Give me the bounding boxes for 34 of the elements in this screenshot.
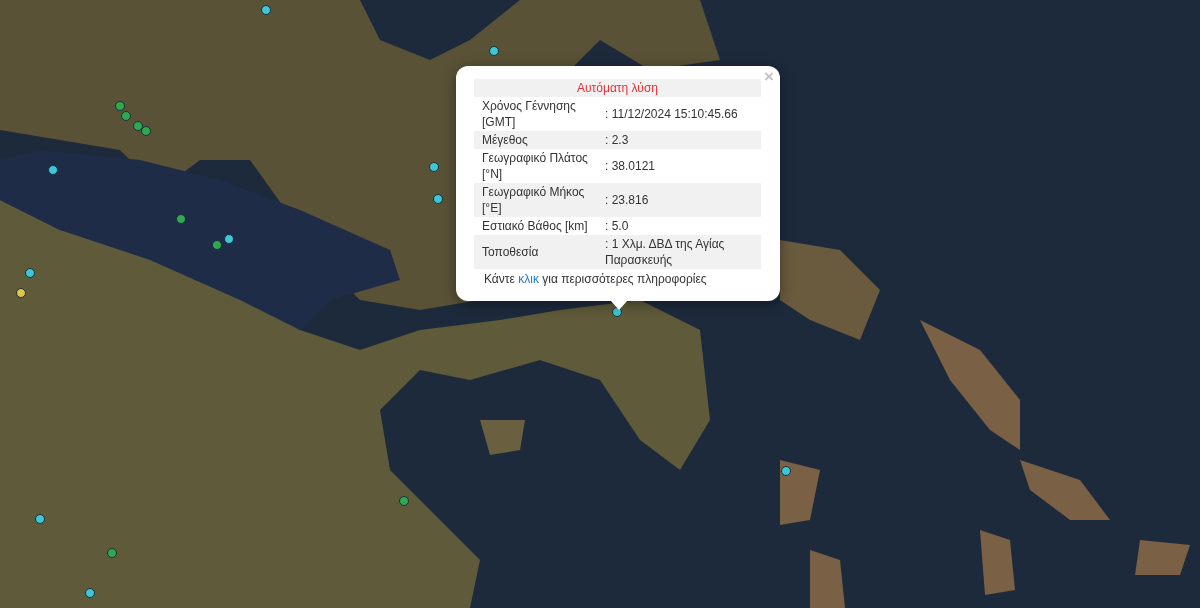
earthquake-marker[interactable] bbox=[133, 121, 143, 131]
earthquake-marker[interactable] bbox=[48, 165, 58, 175]
earthquake-marker[interactable] bbox=[35, 514, 45, 524]
field-label: Γεωγραφικό Πλάτος [°N] bbox=[482, 150, 589, 182]
earthquake-marker[interactable] bbox=[176, 214, 186, 224]
field-label: Γεωγραφικό Μήκος [°E] bbox=[482, 184, 586, 216]
earthquake-marker[interactable] bbox=[212, 240, 222, 250]
field-value: : 23.816 bbox=[605, 192, 650, 208]
earthquake-marker[interactable] bbox=[25, 268, 35, 278]
earthquake-marker[interactable] bbox=[489, 46, 499, 56]
earthquake-marker[interactable] bbox=[781, 466, 791, 476]
field-value: : 38.0121 bbox=[605, 158, 657, 174]
earthquake-marker[interactable] bbox=[429, 162, 439, 172]
field-label: Μέγεθος bbox=[482, 132, 529, 148]
earthquake-marker[interactable] bbox=[224, 234, 234, 244]
popup-title: Αυτόματη λύση bbox=[474, 79, 761, 97]
earthquake-marker[interactable] bbox=[121, 111, 131, 121]
earthquake-marker[interactable] bbox=[612, 307, 622, 317]
earthquake-marker[interactable] bbox=[115, 101, 125, 111]
earthquake-marker[interactable] bbox=[433, 194, 443, 204]
field-value: : 1 Χλμ. ΔΒΔ της Αγίας Παρασκευής bbox=[605, 236, 726, 268]
field-label: Τοποθεσία bbox=[482, 244, 540, 260]
field-value: : 11/12/2024 15:10:45.66 bbox=[605, 106, 739, 122]
more-info-text: Κάντε κλικ για περισσότερες πληροφορίες bbox=[483, 271, 708, 287]
earthquake-marker[interactable] bbox=[16, 288, 26, 298]
click-link[interactable]: κλικ bbox=[518, 272, 539, 286]
field-label: Χρόνος Γέννησης [GMT] bbox=[482, 98, 577, 130]
earthquake-marker[interactable] bbox=[85, 588, 95, 598]
earthquake-marker[interactable] bbox=[107, 548, 117, 558]
field-label: Εστιακό Βάθος [km] bbox=[482, 218, 589, 234]
earthquake-marker[interactable] bbox=[261, 5, 271, 15]
earthquake-marker[interactable] bbox=[399, 496, 409, 506]
field-value: : 2.3 bbox=[605, 132, 630, 148]
field-value: : 5.0 bbox=[605, 218, 630, 234]
